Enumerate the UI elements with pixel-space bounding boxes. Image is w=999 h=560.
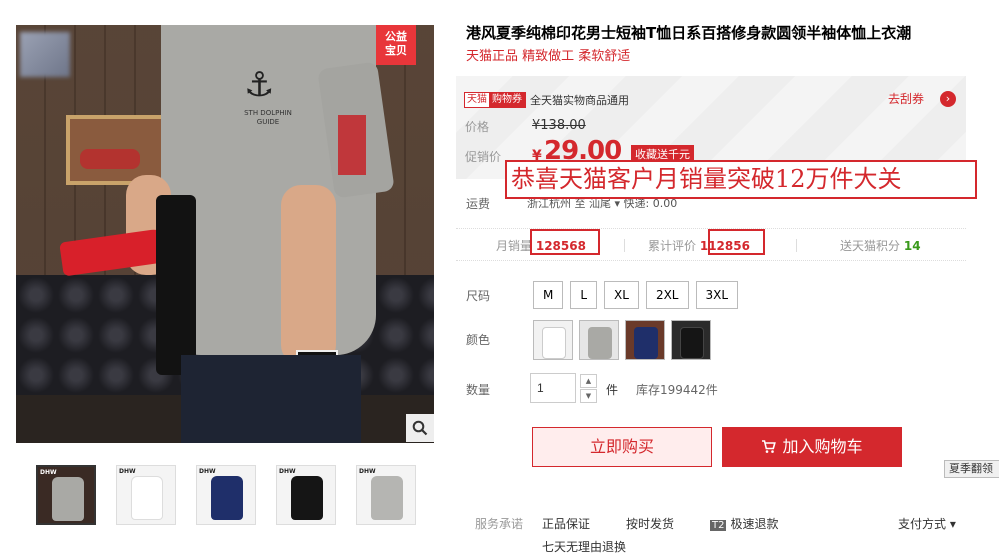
black-bag [156, 195, 196, 375]
tmall-coupon-tag: 天猫 购物券 [464, 92, 526, 108]
quantity-unit: 件 [606, 383, 619, 397]
sales-announcement-overlay: 恭喜天猫客户月销量突破12万件大关 [505, 160, 977, 199]
promise-on-time-delivery[interactable]: 按时发货 [626, 515, 674, 532]
tmall-tag-left: 天猫 [465, 93, 489, 107]
thumbnail-4[interactable]: DHW [276, 465, 336, 525]
product-subtitle: 天猫正品 精致做工 柔软舒适 [466, 49, 631, 64]
original-price: ¥138.00 [532, 118, 586, 133]
tmall-tag-right: 购物券 [489, 93, 525, 107]
thumbnail-1[interactable]: DHW [36, 465, 96, 525]
add-to-cart-label: 加入购物车 [782, 437, 863, 456]
size-option-2xl[interactable]: 2XL [645, 281, 689, 309]
anchor-print-icon: ⚓ [244, 65, 275, 105]
main-product-image[interactable]: ⚓ STH DOLPHIN GUIDE [16, 25, 434, 443]
payment-method-dropdown[interactable]: 支付方式 ▾ [898, 515, 956, 532]
chevron-right-icon: › [940, 90, 956, 107]
highlight-box-reviews [708, 229, 765, 255]
size-option-l[interactable]: L [570, 281, 598, 309]
thumbnail-3[interactable]: DHW [196, 465, 256, 525]
charity-badge: 公益 宝贝 [376, 25, 416, 65]
stat-divider [796, 239, 797, 252]
original-price-label: 价格 [465, 120, 490, 134]
add-to-cart-button[interactable]: 加入购物车 [722, 427, 902, 467]
get-coupon-label: 去刮券 [887, 92, 924, 106]
quantity-increase-button[interactable]: ▲ [580, 374, 597, 388]
sleeve-patch [338, 115, 366, 175]
fast-refund-label: 极速退款 [730, 517, 779, 531]
promo-price-label: 促销价 [465, 150, 502, 164]
color-option-white[interactable] [533, 320, 573, 360]
size-option-m[interactable]: M [533, 281, 564, 309]
color-label: 颜色 [466, 333, 491, 347]
promise-genuine[interactable]: 正品保证 [542, 515, 590, 532]
get-coupon-link[interactable]: 去刮券 › [888, 90, 956, 107]
coupon-description: 全天猫实物商品通用 [530, 94, 629, 107]
tmall-points-label: 送天猫积分 [840, 239, 901, 253]
shipping-label: 运费 [466, 197, 491, 211]
tmall-points: 送天猫积分 14 [840, 237, 921, 254]
product-title: 港风夏季纯棉印花男士短袖T恤日系百搭修身款圆领半袖体恤上衣潮 [466, 24, 912, 42]
thumbnail-5[interactable]: DHW [356, 465, 416, 525]
quantity-decrease-button[interactable]: ▼ [580, 389, 597, 403]
color-option-grey[interactable] [579, 320, 619, 360]
monthly-sales-label: 月销量 [496, 239, 533, 253]
size-label: 尺码 [466, 289, 491, 303]
size-options: M L XL 2XL 3XL [533, 281, 739, 309]
quantity-input[interactable] [530, 373, 576, 403]
model-pants [181, 355, 361, 443]
stat-divider [624, 239, 625, 252]
promise-7-day-return[interactable]: 七天无理由退换 [542, 538, 626, 555]
tmall-points-value: 14 [903, 239, 921, 253]
magnifier-icon [412, 420, 428, 436]
model-arm-right [281, 185, 336, 365]
highlight-box-monthly [530, 229, 600, 255]
charity-badge-line2: 宝贝 [385, 44, 407, 57]
color-options [533, 320, 711, 360]
stock-count: 库存199442件 [636, 383, 718, 397]
buy-now-button[interactable]: 立即购买 [532, 427, 712, 467]
size-option-3xl[interactable]: 3XL [695, 281, 739, 309]
coupon-row: 天猫 购物券 全天猫实物商品通用 [464, 92, 629, 108]
promise-fast-refund[interactable]: T2 极速退款 [710, 515, 779, 532]
size-option-xl[interactable]: XL [604, 281, 639, 309]
zoom-button[interactable] [406, 414, 434, 442]
cart-icon [762, 440, 777, 453]
t2-badge: T2 [710, 520, 727, 531]
thumbnail-strip: DHW DHW DHW DHW DHW [36, 465, 416, 525]
shirt-print-text: STH DOLPHIN GUIDE [244, 109, 292, 126]
charity-badge-line1: 公益 [385, 30, 407, 43]
color-option-black[interactable] [671, 320, 711, 360]
total-reviews-label: 累计评价 [648, 239, 697, 253]
color-option-navy[interactable] [625, 320, 665, 360]
service-promise-label: 服务承诺 [475, 517, 524, 531]
blurred-shop-logo [20, 32, 70, 77]
side-tab-label[interactable]: 夏季翻领 [944, 460, 999, 478]
quantity-label: 数量 [466, 383, 491, 397]
thumbnail-2[interactable]: DHW [116, 465, 176, 525]
